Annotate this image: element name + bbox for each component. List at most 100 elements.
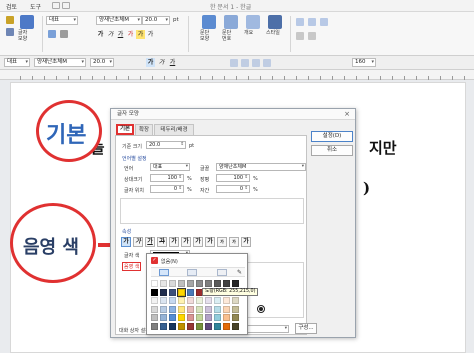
format-painter-icon[interactable]: [60, 30, 68, 38]
color-swatch[interactable]: [187, 314, 194, 321]
ruler[interactable]: [0, 70, 474, 80]
cancel-button[interactable]: 취소: [311, 145, 353, 156]
compose-button[interactable]: 구성...: [295, 323, 317, 334]
color-swatch[interactable]: [196, 322, 203, 330]
undo-icon[interactable]: [62, 2, 70, 9]
color-swatch[interactable]: [160, 288, 167, 296]
fb-underline-button[interactable]: 가: [168, 58, 177, 67]
copy-icon[interactable]: [6, 28, 14, 36]
color-swatch[interactable]: [151, 280, 158, 287]
color-swatch[interactable]: [178, 314, 185, 321]
save-icon[interactable]: [52, 2, 60, 9]
color-swatch[interactable]: [232, 297, 239, 304]
tab-border-background[interactable]: 테두리/배경: [154, 124, 194, 135]
color-swatch[interactable]: [232, 305, 239, 313]
color-swatch[interactable]: [223, 314, 230, 321]
color-swatch[interactable]: [160, 280, 167, 287]
align-center-icon[interactable]: [308, 18, 316, 26]
color-swatch[interactable]: [187, 305, 194, 313]
attr-strike-button[interactable]: 가: [157, 237, 167, 247]
attr-shadow-button[interactable]: 가: [181, 237, 191, 247]
position-input[interactable]: 0 ⇕: [150, 185, 184, 193]
char-shape-button[interactable]: 글자 모양: [18, 15, 36, 42]
attr-italic-button[interactable]: 가: [133, 237, 143, 247]
font-color-button[interactable]: 가: [126, 30, 135, 39]
color-swatch[interactable]: [151, 288, 158, 296]
color-swatch[interactable]: [205, 314, 212, 321]
color-swatch[interactable]: [169, 297, 176, 304]
style-button[interactable]: 스타일: [266, 15, 284, 36]
color-swatch[interactable]: [214, 297, 221, 304]
kerning-input[interactable]: 0 ⇕: [216, 185, 250, 193]
color-swatch[interactable]: [151, 314, 158, 321]
outline-button[interactable]: 개요: [244, 15, 262, 36]
spacing-input[interactable]: 100 ⇕: [216, 174, 250, 182]
paste-icon[interactable]: [6, 16, 14, 24]
menu-tools[interactable]: 도구: [30, 2, 41, 11]
color-swatch[interactable]: [214, 322, 221, 330]
attr-outline-button[interactable]: 가: [169, 237, 179, 247]
fb-bold-button[interactable]: 가: [146, 58, 155, 67]
color-swatch[interactable]: [187, 288, 194, 296]
strike-button[interactable]: 가: [146, 30, 155, 39]
indent-icon[interactable]: [296, 32, 304, 40]
bold-button[interactable]: 가: [96, 30, 105, 39]
color-swatch[interactable]: [169, 288, 176, 296]
color-swatch[interactable]: [178, 322, 185, 330]
color-swatch[interactable]: [187, 322, 194, 330]
color-swatch[interactable]: [151, 305, 158, 313]
rel-size-input[interactable]: 100 ⇕: [150, 174, 184, 182]
color-swatch[interactable]: [214, 314, 221, 321]
fb-style-combo[interactable]: 대표 ▾: [4, 58, 30, 67]
tab-extended[interactable]: 확장: [135, 124, 153, 135]
para-shape-button[interactable]: 문단 모양: [200, 15, 218, 42]
color-swatch[interactable]: [232, 322, 239, 330]
none-option-label[interactable]: 없음(N): [161, 258, 178, 265]
color-swatch[interactable]: [151, 322, 158, 330]
zoom-combo[interactable]: 160 ▾: [352, 58, 376, 67]
italic-button[interactable]: 가: [106, 30, 115, 39]
style-combo[interactable]: 대표 ▾: [46, 16, 78, 25]
color-swatch[interactable]: [160, 305, 167, 313]
fb-font-combo[interactable]: 양재난초체M ▾: [34, 58, 86, 67]
color-swatch[interactable]: [151, 297, 158, 304]
attr-normal-button[interactable]: 가: [241, 237, 251, 247]
size-input[interactable]: 20.0 ⇕: [146, 141, 186, 149]
font-combo[interactable]: 양재난초체M ▾: [216, 163, 306, 171]
color-swatch[interactable]: [160, 322, 167, 330]
fb-size-combo[interactable]: 20.0 ▾: [90, 58, 114, 67]
image-palette-icon[interactable]: [217, 269, 227, 276]
color-swatch[interactable]: [169, 322, 176, 330]
menu-review[interactable]: 검토: [6, 2, 17, 11]
color-swatch[interactable]: [196, 297, 203, 304]
attr-underline-button[interactable]: 가: [145, 237, 155, 247]
align-right-icon[interactable]: [320, 18, 328, 26]
attr-emboss-button[interactable]: 가: [193, 237, 203, 247]
color-swatch[interactable]: [205, 280, 212, 287]
align-left-icon[interactable]: [241, 59, 249, 67]
color-swatch[interactable]: [160, 314, 167, 321]
close-icon[interactable]: ×: [344, 109, 350, 120]
align-justify-icon[interactable]: [230, 59, 238, 67]
para-number-button[interactable]: 문단 번호: [222, 15, 240, 42]
color-swatch[interactable]: [169, 280, 176, 287]
color-swatch[interactable]: [178, 297, 185, 304]
color-swatch[interactable]: [205, 297, 212, 304]
color-swatch[interactable]: [232, 314, 239, 321]
font-combo[interactable]: 양재난초체M ▾: [96, 16, 142, 25]
setting-button[interactable]: 설정(D): [311, 131, 353, 142]
color-swatch[interactable]: [232, 280, 239, 287]
attr-superscript-button[interactable]: 가: [217, 237, 227, 247]
color-swatch[interactable]: [196, 314, 203, 321]
color-swatch[interactable]: [178, 305, 185, 313]
color-swatch[interactable]: [223, 297, 230, 304]
align-right-icon[interactable]: [263, 59, 271, 67]
attr-bold-button[interactable]: 가: [121, 237, 131, 247]
find-icon[interactable]: [48, 30, 56, 38]
attr-subscript-button[interactable]: 가: [229, 237, 239, 247]
attr-engrave-button[interactable]: 가: [205, 237, 215, 247]
color-swatch[interactable]: [214, 305, 221, 313]
color-swatch[interactable]: [205, 322, 212, 330]
color-swatch[interactable]: [196, 305, 203, 313]
color-swatch[interactable]: [169, 314, 176, 321]
